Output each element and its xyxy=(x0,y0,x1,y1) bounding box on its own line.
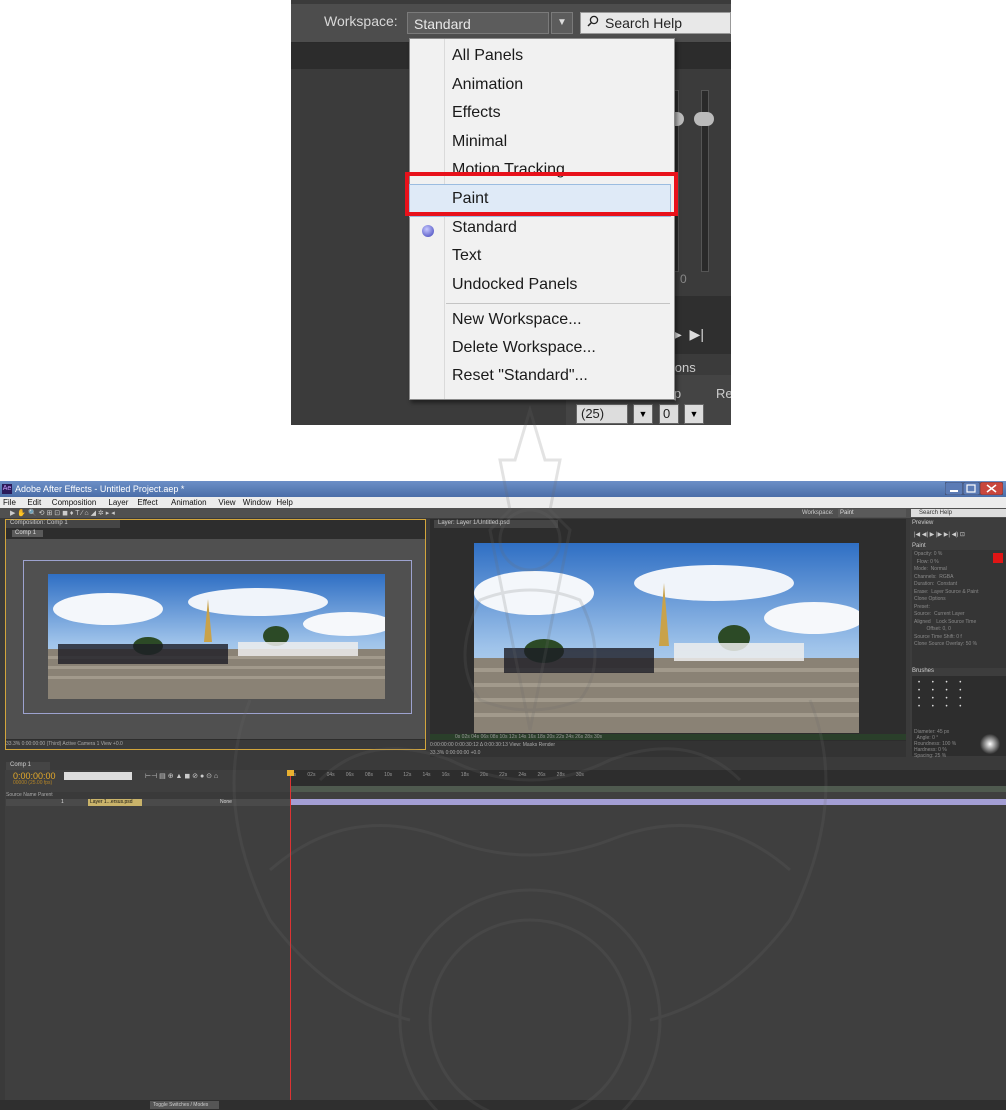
composition-status-bar[interactable]: 33.3% 0:00:00:00 (Third) Active Camera 1… xyxy=(6,740,425,749)
brush-preview xyxy=(980,734,1000,754)
menu-item-minimal[interactable]: Minimal xyxy=(452,133,507,151)
composition-photo xyxy=(48,574,385,699)
background-field: (25) xyxy=(576,404,628,424)
search-icon xyxy=(587,15,599,27)
menu-item-text[interactable]: Text xyxy=(452,247,481,265)
menu-bar: File Edit Composition Layer Effect Animation V… xyxy=(0,497,1006,508)
menu-item-undocked-panels[interactable]: Undocked Panels xyxy=(452,276,577,294)
layer-duration-bar[interactable] xyxy=(291,799,1006,805)
workspace-label: Workspace: xyxy=(802,510,834,516)
layer-status-bar[interactable]: 33.3% 0:00:00:00 +0.0 xyxy=(430,749,906,757)
workspace-select[interactable]: Paint xyxy=(838,509,906,517)
frame-rate: 00000 (25.00 fps) xyxy=(13,780,53,786)
chevron-down-icon: ▼ xyxy=(684,404,704,424)
foreground-color-swatch[interactable] xyxy=(993,553,1003,563)
menu-gutter xyxy=(444,39,445,399)
brush-tips[interactable]: • • • • • • • • • • • • • • • • xyxy=(918,679,966,711)
app-logo: Ae xyxy=(2,484,12,494)
menu-edit[interactable]: Edit xyxy=(27,498,41,507)
window-title: Adobe After Effects - Untitled Project.a… xyxy=(15,484,185,494)
layer-name[interactable]: Layer 1...ersus.psd xyxy=(88,799,142,806)
highlight-callout xyxy=(405,172,678,216)
layer-number: 1 xyxy=(61,799,64,805)
menu-separator xyxy=(446,303,670,304)
menu-view[interactable]: View xyxy=(218,498,235,507)
timeline-switch-icons[interactable]: ⊢⊣ ▤ ⊕ ▲ ◼ ⊘ ● ⊙ ⌂ xyxy=(145,772,218,780)
menu-item-standard[interactable]: Standard xyxy=(452,219,517,237)
after-effects-window: Ae Adobe After Effects - Untitled Projec… xyxy=(0,481,1006,1110)
tab-paint[interactable]: Paint xyxy=(912,543,926,549)
menu-file[interactable]: File xyxy=(3,498,16,507)
tool-icons[interactable]: ▶ ✋ 🔍 ⟲ ⊞ ⊡ ◼ ♦ T ∕ ⌂ ◢ ✲ ▸ ◂ xyxy=(10,509,115,517)
slider-value: 0 xyxy=(680,272,687,286)
chevron-down-icon[interactable]: ▼ xyxy=(551,12,573,34)
playhead-handle[interactable] xyxy=(287,770,294,776)
layer-row[interactable]: 1 None xyxy=(6,799,291,806)
layer-photo xyxy=(474,543,859,733)
menu-action-1[interactable]: Delete Workspace... xyxy=(452,339,596,357)
menu-item-effects[interactable]: Effects xyxy=(452,104,501,122)
brush-settings[interactable]: Diameter: 45 px Angle: 0 ° Roundness: 10… xyxy=(914,729,956,759)
preview-controls[interactable]: |◀ ◀| ▶ |▶ ▶| ◀) ⊡ xyxy=(914,531,965,538)
toggle-switches-button[interactable]: Toggle Switches / Modes xyxy=(150,1101,219,1109)
menu-help[interactable]: Help xyxy=(276,498,292,507)
workspace-dropdown-crop: 0 ▶ ▶| ptions ip Re (25) ▼ 0 ▼ Workspace… xyxy=(291,0,731,425)
paint-settings[interactable]: Opacity: 0 % Flow: 0 % Mode: Normal Chan… xyxy=(914,551,978,649)
tab-composition[interactable]: Composition: Comp 1 xyxy=(6,520,120,528)
layer-controls[interactable]: 0:00:00:00 0:00:30:12 Δ 0:00:30:13 View:… xyxy=(430,741,906,749)
layer-parent[interactable]: None xyxy=(220,799,232,806)
search-help-input[interactable]: Search Help xyxy=(580,12,731,34)
timeline-panel xyxy=(5,770,1006,1110)
workspace-select[interactable]: Standard xyxy=(407,12,549,34)
playhead[interactable] xyxy=(290,770,291,1110)
background-field: 0 xyxy=(659,404,679,424)
menu-action-0[interactable]: New Workspace... xyxy=(452,311,582,329)
workspace-menu: All Panels Animation Effects Minimal Motion … xyxy=(409,38,675,400)
chevron-down-icon: ▼ xyxy=(633,404,653,424)
menu-window[interactable]: Window xyxy=(243,498,271,507)
menu-composition[interactable]: Composition xyxy=(52,498,96,507)
search-help-input[interactable]: Search Help xyxy=(911,509,1006,517)
tab-layer[interactable]: Layer: Layer 1/Untitled.psd xyxy=(434,520,558,528)
comp-subtab[interactable]: Comp 1 xyxy=(12,530,43,537)
background-slider-knob xyxy=(694,112,714,126)
tab-preview[interactable]: Preview xyxy=(912,520,933,526)
menu-animation[interactable]: Animation xyxy=(171,498,207,507)
menu-effect[interactable]: Effect xyxy=(137,498,157,507)
window-controls[interactable] xyxy=(945,482,1003,495)
layer-ruler-labels: 0s 02s 04s 06s 08s 10s 12s 14s 16s 18s 2… xyxy=(455,734,603,740)
menu-item-all-panels[interactable]: All Panels xyxy=(452,47,523,65)
background-label: Re xyxy=(716,386,731,401)
timeline-ruler-labels: 0s 02s 04s 06s 08s 10s 12s 14s 16s 18s 2… xyxy=(291,772,584,778)
radio-selected-icon xyxy=(422,225,434,237)
work-area-bar[interactable] xyxy=(291,786,1006,792)
layer-columns-header: Source Name Parent xyxy=(6,792,291,799)
menu-layer[interactable]: Layer xyxy=(108,498,128,507)
play-next-icon: ▶ ▶| xyxy=(671,326,704,342)
timeline-search-input[interactable] xyxy=(64,772,132,780)
tab-brushes[interactable]: Brushes xyxy=(912,668,934,674)
workspace-label: Workspace: xyxy=(324,13,398,29)
menu-action-2[interactable]: Reset "Standard"... xyxy=(452,367,588,385)
menu-item-animation[interactable]: Animation xyxy=(452,76,523,94)
tab-comp-timeline[interactable]: Comp 1 xyxy=(6,762,50,770)
